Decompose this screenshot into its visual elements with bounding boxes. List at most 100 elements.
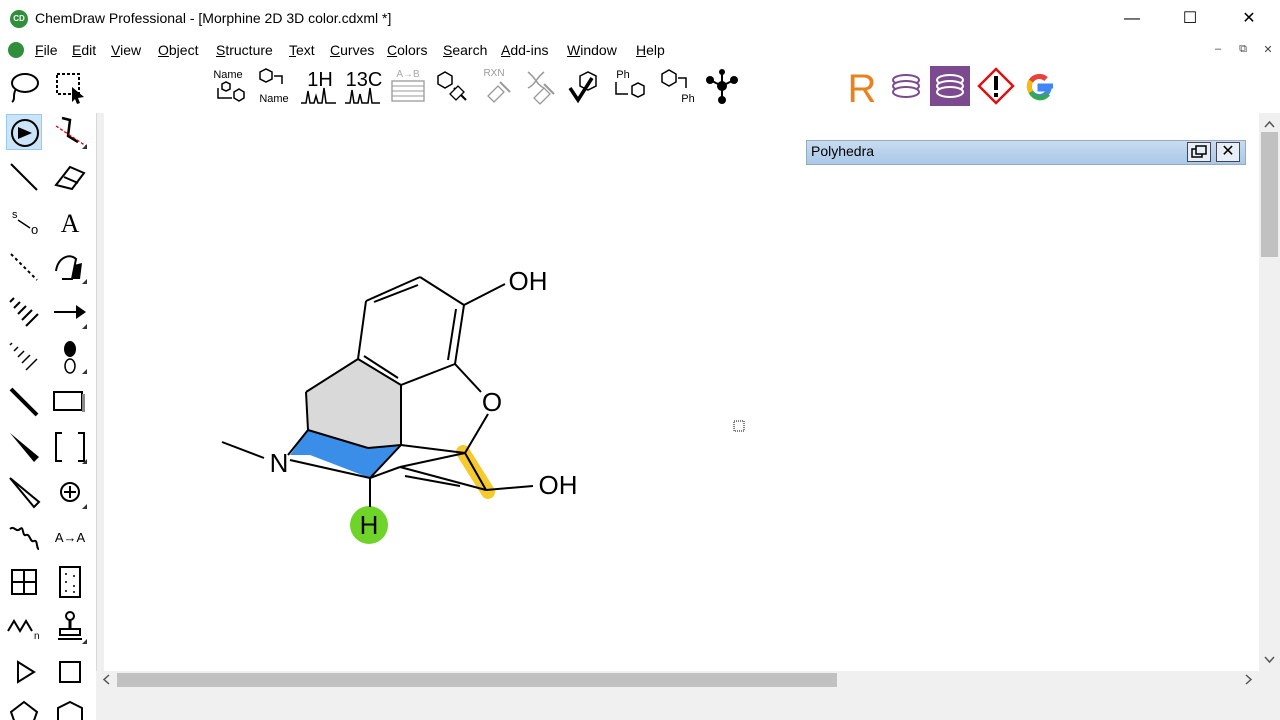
bold-bond-icon	[9, 387, 39, 417]
panel-close-button[interactable]: ✕	[1216, 142, 1240, 162]
dashed-bond-tool[interactable]	[6, 249, 42, 285]
morphine-structure[interactable]: OH O OH N H	[104, 113, 1259, 671]
reaction-interpreter-button[interactable]: A→B	[388, 66, 428, 106]
pentagon-ring-tool[interactable]	[6, 696, 42, 720]
menu-search[interactable]: Search	[443, 42, 487, 58]
structure-to-name-button[interactable]: Name	[252, 66, 292, 106]
triangle-ring-tool[interactable]	[6, 654, 42, 690]
menu-file[interactable]: File	[35, 42, 58, 58]
molecule-3d-icon	[706, 69, 738, 104]
contract-label-button[interactable]: Ph	[656, 66, 696, 106]
predict-1h-nmr-button[interactable]: 1H	[298, 66, 338, 106]
clean-structure-button[interactable]	[432, 66, 472, 106]
svg-text:o: o	[31, 222, 38, 237]
bracket-tool[interactable]	[52, 429, 88, 465]
name-to-structure-button[interactable]: Name	[208, 66, 248, 106]
atom-oh-right[interactable]: OH	[539, 470, 578, 500]
single-bond-tool[interactable]	[6, 159, 42, 195]
text-tool[interactable]: A	[52, 204, 88, 240]
mdi-close-button[interactable]: ✕	[1257, 43, 1279, 59]
single-bond-icon	[10, 163, 38, 191]
menu-add-ins[interactable]: Add-ins	[501, 42, 548, 58]
r-group-button[interactable]: R	[842, 66, 882, 106]
signals-notebook-button[interactable]	[930, 66, 970, 106]
dashed-bond-icon	[10, 253, 38, 281]
horizontal-scroll-thumb[interactable]	[117, 673, 837, 687]
atom-mapping-tool[interactable]: A→A	[52, 519, 88, 555]
marquee-tool[interactable]	[52, 69, 88, 105]
structure-perspective-tool[interactable]	[6, 114, 42, 150]
text-icon: A	[61, 209, 80, 238]
hexagon-ring-tool[interactable]	[52, 696, 88, 720]
panel-restore-button[interactable]	[1187, 142, 1211, 162]
predict-13c-nmr-button[interactable]: 13C	[342, 66, 382, 106]
name-to-structure-icon: Name	[213, 69, 245, 102]
close-button[interactable]: ✕	[1220, 0, 1278, 38]
charge-tool[interactable]	[52, 474, 88, 510]
pentagon-icon	[9, 700, 39, 720]
lasso-tool[interactable]	[6, 69, 42, 105]
chemistry-template-tool[interactable]	[52, 609, 88, 645]
menu-edit[interactable]: Edit	[72, 42, 96, 58]
menu-window[interactable]: Window	[567, 42, 617, 58]
signals-button[interactable]	[886, 66, 926, 106]
document-icon[interactable]	[8, 42, 24, 58]
google-icon	[1026, 73, 1053, 101]
menu-help[interactable]: Help	[636, 42, 665, 58]
hexagon-icon	[57, 700, 83, 720]
h1-nmr-icon: 1H	[301, 69, 336, 104]
tlc-plate-tool[interactable]	[52, 564, 88, 600]
polymer-tool[interactable]: n	[6, 609, 42, 645]
mdi-restore-button[interactable]: ⧉	[1232, 43, 1254, 59]
menu-object[interactable]: Object	[158, 42, 198, 58]
3d-model-button[interactable]	[702, 66, 742, 106]
c13-nmr-icon: 13C	[345, 69, 382, 104]
vertical-scroll-thumb[interactable]	[1261, 132, 1278, 257]
maximize-button[interactable]: ☐	[1161, 0, 1219, 38]
svg-text:1H: 1H	[307, 69, 333, 91]
hashed-wedge-tool[interactable]	[6, 339, 42, 375]
atom-o-ring[interactable]: O	[482, 387, 502, 417]
expand-label-button[interactable]: Ph	[610, 66, 650, 106]
orbital-tool[interactable]	[52, 339, 88, 375]
mdi-minimize-button[interactable]: –	[1207, 43, 1229, 59]
wavy-bond-tool[interactable]	[6, 519, 42, 555]
structure-to-name-icon: Name	[259, 68, 289, 105]
square-ring-tool[interactable]	[52, 654, 88, 690]
rectangle-tool[interactable]	[52, 384, 88, 420]
hollow-wedge-tool[interactable]	[6, 474, 42, 510]
reaction-table-icon: A→B	[391, 69, 425, 102]
menu-colors[interactable]: Colors	[387, 42, 427, 58]
menu-structure[interactable]: Structure	[216, 42, 273, 58]
atom-oh-top[interactable]: OH	[509, 266, 548, 296]
tlc-plate-icon	[59, 566, 81, 598]
chain-tool[interactable]: s o	[6, 204, 42, 240]
atom-n[interactable]: N	[270, 448, 289, 478]
eraser-tool[interactable]	[52, 159, 88, 195]
rectangle-icon	[53, 391, 85, 412]
atom-h[interactable]: H	[360, 510, 379, 540]
menu-curves[interactable]: Curves	[330, 42, 374, 58]
table-tool[interactable]	[6, 564, 42, 600]
menu-view[interactable]: View	[111, 42, 141, 58]
check-structure-button[interactable]	[566, 66, 606, 106]
arrow-tool[interactable]	[52, 294, 88, 330]
minimize-button[interactable]: —	[1103, 0, 1161, 38]
bold-bond-tool[interactable]	[6, 384, 42, 420]
hashed-wedge-icon	[9, 342, 38, 371]
pen-tool[interactable]	[52, 249, 88, 285]
rotate-3d-icon	[11, 119, 39, 147]
wavy-bond-icon	[9, 526, 40, 550]
google-search-button[interactable]	[1020, 66, 1060, 106]
wedge-bond-tool[interactable]	[6, 429, 42, 465]
svg-text:RXN: RXN	[483, 68, 504, 79]
drawing-canvas[interactable]: OH O OH N H	[104, 113, 1259, 671]
clean-biopolymer-icon	[527, 71, 555, 105]
menu-text[interactable]: Text	[289, 42, 315, 58]
clean-biopolymer-button[interactable]	[520, 66, 560, 106]
triangle-icon	[17, 660, 36, 684]
clean-reaction-button[interactable]: RXN	[476, 66, 516, 106]
hashed-bond-tool[interactable]	[6, 294, 42, 330]
mirror-tool[interactable]	[52, 114, 88, 150]
hazard-button[interactable]	[976, 66, 1016, 106]
